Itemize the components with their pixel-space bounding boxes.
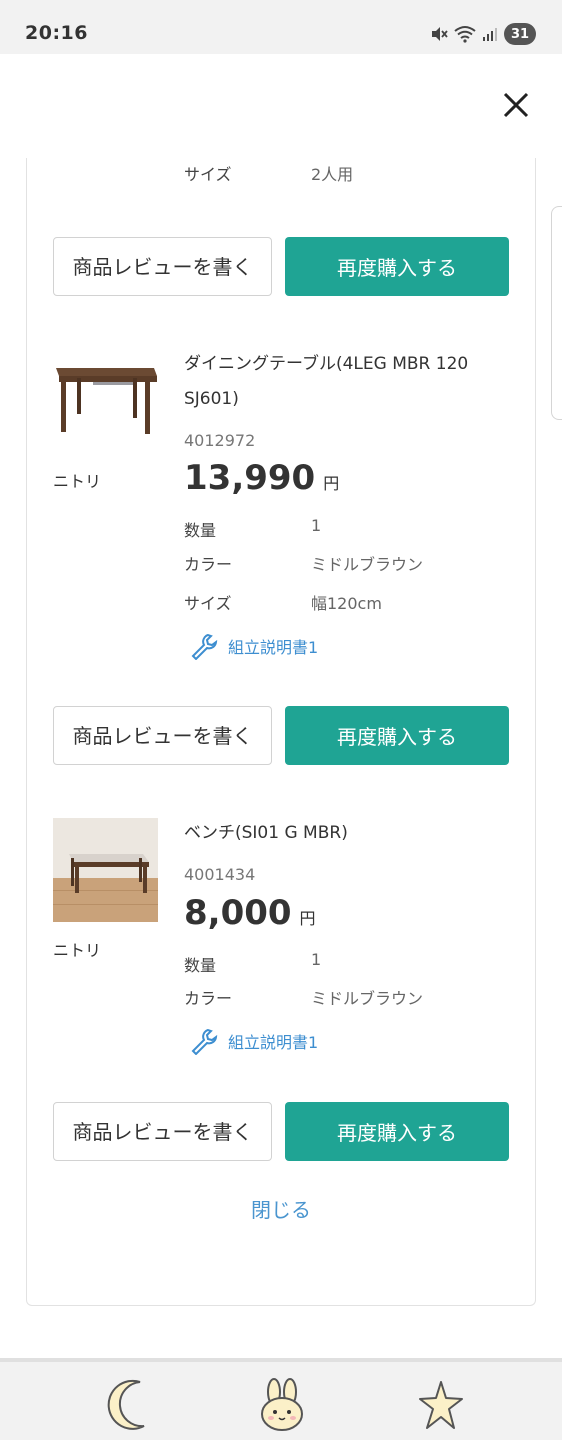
product-price: 13,990 円 [184,458,339,498]
product-price: 8,000 円 [184,893,316,933]
status-time: 20:16 [25,22,88,44]
product-code: 4012972 [184,431,256,450]
maker-name: ニトリ [53,941,102,960]
status-icons: 31 [430,22,536,46]
spec-value: ミドルブラウン [311,989,424,1008]
currency-label: 円 [299,909,316,928]
write-review-button[interactable]: 商品レビューを書く [53,706,272,765]
spec-value: 1 [311,516,322,535]
rebuy-button[interactable]: 再度購入する [285,1102,509,1161]
spec-value: 1 [311,950,322,969]
close-link[interactable]: 閉じる [0,1194,562,1223]
spec-label: サイズ [184,594,232,613]
bottom-nav [0,1358,562,1440]
wifi-icon [454,26,476,43]
battery-icon: 31 [504,23,536,45]
moon-icon[interactable] [104,1378,150,1436]
wrench-icon [191,1028,218,1055]
spec-label: 数量 [184,521,217,540]
write-review-button[interactable]: 商品レビューを書く [53,237,272,296]
price-value: 8,000 [184,893,292,933]
rebuy-button[interactable]: 再度購入する [285,706,509,765]
spec-value: 2人用 [311,165,354,184]
write-review-button[interactable]: 商品レビューを書く [53,1102,272,1161]
spec-label: サイズ [184,165,232,184]
assembly-manual-link[interactable]: 組立説明書1 [190,632,318,660]
spec-label: 数量 [184,956,217,975]
mute-icon [432,27,448,41]
product-image-bench[interactable] [53,818,158,922]
spec-label: カラー [184,555,233,574]
bunny-icon[interactable] [258,1378,306,1436]
product-code: 4001434 [184,865,256,884]
product-name[interactable]: ダイニングテーブル(4LEG MBR 120 SJ601) [184,347,484,417]
spec-value: 幅120cm [311,594,382,613]
product-image-dining-table[interactable] [53,364,158,468]
status-bar: 20:16 31 [0,0,562,54]
assembly-manual-link[interactable]: 組立説明書1 [190,1027,318,1055]
manual-label: 組立説明書1 [228,1033,319,1052]
star-icon[interactable] [418,1378,464,1436]
manual-label: 組立説明書1 [228,638,319,657]
rebuy-button[interactable]: 再度購入する [285,237,509,296]
maker-name: ニトリ [53,472,102,491]
signal-icon [483,28,497,41]
spec-value: ミドルブラウン [311,555,424,574]
currency-label: 円 [323,474,340,493]
scroll-handle[interactable] [551,206,562,420]
spec-label: カラー [184,989,233,1008]
price-value: 13,990 [184,458,316,498]
close-icon[interactable] [499,88,533,122]
wrench-icon [191,633,218,660]
product-name[interactable]: ベンチ(SI01 G MBR) [184,816,484,851]
